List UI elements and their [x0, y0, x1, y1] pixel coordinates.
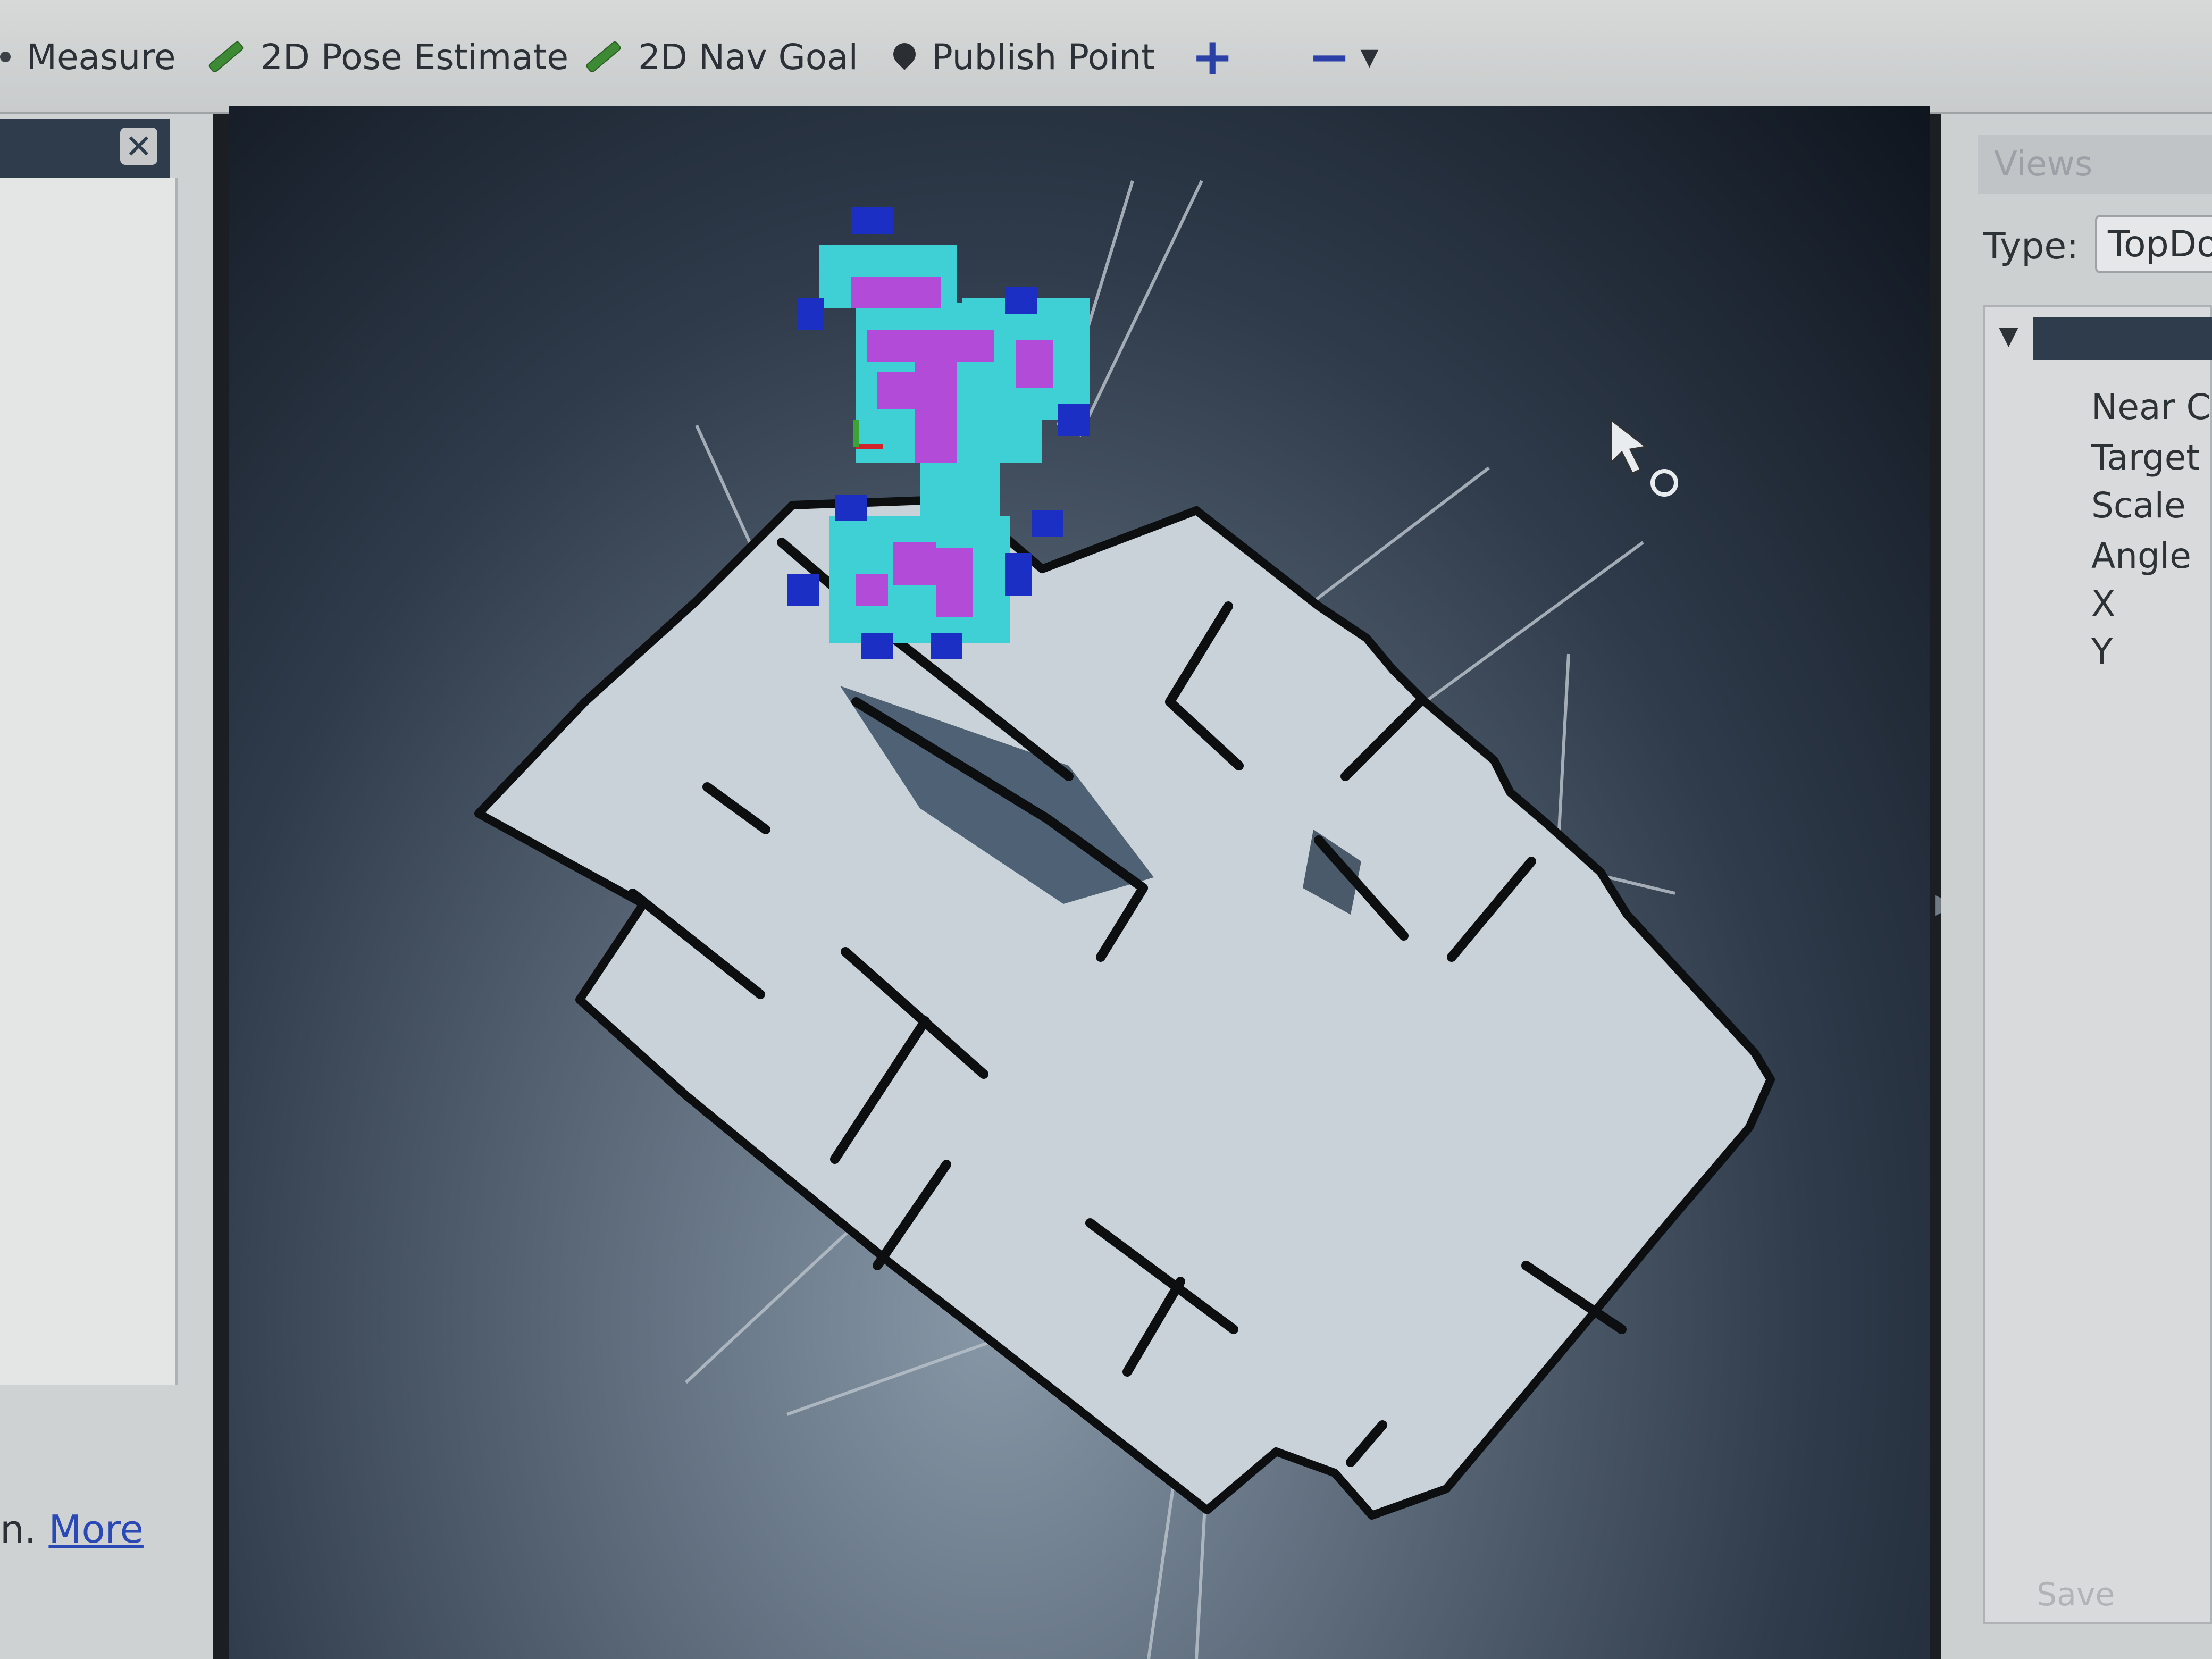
- map-render: [474, 180, 1775, 1659]
- minus-icon: −: [1308, 27, 1351, 87]
- toolbar: Measure 2D Pose Estimate 2D Nav Goal Pub…: [0, 0, 2212, 114]
- help-prefix: n.: [0, 1507, 37, 1552]
- expand-caret-icon[interactable]: ▼: [1999, 321, 2018, 350]
- 2d-pose-estimate-tool[interactable]: 2D Pose Estimate: [207, 28, 568, 86]
- pose-estimate-label: 2D Pose Estimate: [261, 36, 569, 78]
- prop-near-clip[interactable]: Near Cl: [2091, 387, 2212, 428]
- publish-point-tool[interactable]: Publish Point: [889, 28, 1155, 86]
- panel-title-bar: ✕: [0, 119, 170, 178]
- help-text: n. More: [0, 1507, 144, 1552]
- nav-goal-label: 2D Nav Goal: [638, 36, 858, 78]
- displays-panel: ✕ n. More: [0, 114, 213, 1659]
- plus-icon: +: [1191, 27, 1234, 87]
- measure-icon: [0, 52, 11, 62]
- map-viewport[interactable]: ◀: [229, 106, 1930, 1659]
- remove-tool-button[interactable]: − ▼: [1308, 28, 1378, 86]
- type-label: Type:: [1983, 225, 2079, 267]
- mouse-cursor-icon: [1610, 418, 1678, 497]
- prop-y[interactable]: Y: [2091, 631, 2113, 672]
- publish-point-label: Publish Point: [932, 36, 1155, 78]
- measure-tool[interactable]: Measure: [0, 28, 176, 86]
- prop-angle[interactable]: Angle: [2091, 535, 2191, 576]
- view-properties-tree[interactable]: ▼ Near Cl Target I Scale Angle X Y: [1983, 305, 2212, 1624]
- add-tool-button[interactable]: +: [1191, 28, 1234, 86]
- more-link[interactable]: More: [48, 1507, 144, 1552]
- save-button[interactable]: Save: [2037, 1576, 2115, 1613]
- displays-tree[interactable]: [0, 178, 178, 1385]
- current-view-row[interactable]: [2033, 317, 2212, 360]
- prop-scale[interactable]: Scale: [2091, 485, 2186, 526]
- views-title: Views: [1978, 135, 2212, 194]
- prop-target-frame[interactable]: Target I: [2091, 437, 2212, 478]
- map-pin-icon: [889, 38, 920, 70]
- prop-x[interactable]: X: [2091, 583, 2115, 624]
- pose-arrow-icon: [209, 41, 243, 72]
- close-icon: ✕: [125, 127, 153, 166]
- measure-label: Measure: [27, 36, 176, 78]
- chevron-down-icon[interactable]: ▼: [1360, 44, 1378, 71]
- nav-goal-arrow-icon: [586, 41, 621, 72]
- occupancy-map: [474, 496, 1775, 1520]
- view-type-select[interactable]: TopDo: [2095, 215, 2212, 273]
- close-panel-button[interactable]: ✕: [120, 127, 157, 166]
- views-panel: Views Type: TopDo ▼ Near Cl Target I Sca…: [1941, 114, 2212, 1659]
- 2d-nav-goal-tool[interactable]: 2D Nav Goal: [585, 28, 858, 86]
